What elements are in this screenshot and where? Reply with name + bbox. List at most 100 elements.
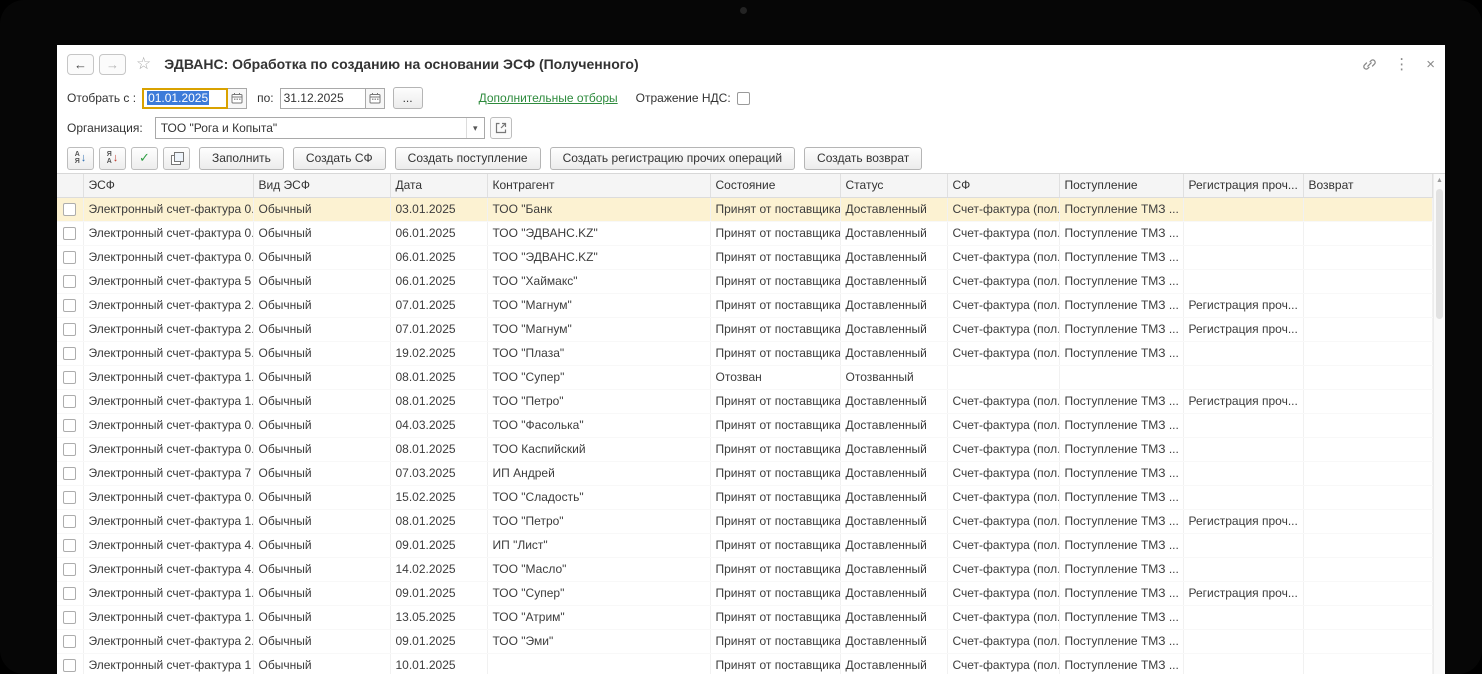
create-sf-button[interactable]: Создать СФ [292,146,386,170]
table-cell[interactable]: Обычный [253,533,391,558]
table-cell[interactable]: Доставленный [840,605,948,630]
row-checkbox-cell[interactable] [57,365,84,390]
table-cell[interactable] [1303,509,1433,534]
table-cell[interactable]: Принят от поставщика [710,245,841,270]
table-cell[interactable]: 04.03.2025 [390,413,488,438]
table-cell[interactable]: ИП Андрей [487,461,711,486]
row-checkbox[interactable] [63,203,77,217]
table-cell[interactable]: ТОО "Супер" [487,581,711,606]
table-row[interactable]: Электронный счет-фактура 0... Обычный 06.0… [57,221,1433,246]
table-cell[interactable]: ТОО "Эми" [487,629,711,654]
table-cell[interactable]: Поступление ТМЗ ... [1059,509,1184,534]
row-checkbox-cell[interactable] [57,461,84,486]
table-cell[interactable]: Принят от поставщика [710,653,841,674]
table-cell[interactable]: Обычный [253,581,391,606]
back-button[interactable]: ← [67,53,94,75]
table-cell[interactable]: Принят от поставщика [710,269,841,294]
row-checkbox-cell[interactable] [57,629,84,654]
table-cell[interactable]: Обычный [253,413,391,438]
table-cell[interactable]: Отозван [710,365,841,390]
table-cell[interactable]: Принят от поставщика [710,581,841,606]
row-checkbox-cell[interactable] [57,509,84,534]
scrollbar-thumb[interactable] [1436,189,1443,319]
table-cell[interactable]: Электронный счет-фактура 5 ... [83,269,254,294]
table-cell[interactable] [1303,605,1433,630]
row-checkbox-cell[interactable] [57,485,84,510]
row-checkbox-cell[interactable] [57,437,84,462]
row-checkbox-cell[interactable] [57,653,84,674]
table-cell[interactable]: Принят от поставщика [710,437,841,462]
table-cell[interactable]: Электронный счет-фактура 2... [83,317,254,342]
table-cell[interactable]: Принят от поставщика [710,605,841,630]
table-cell[interactable]: 06.01.2025 [390,221,488,246]
row-checkbox-cell[interactable] [57,197,84,222]
table-cell[interactable]: Поступление ТМЗ ... [1059,413,1184,438]
table-cell[interactable]: Доставленный [840,269,948,294]
table-cell[interactable] [1303,365,1433,390]
table-cell[interactable] [1303,389,1433,414]
table-cell[interactable]: Доставленный [840,413,948,438]
table-cell[interactable] [947,365,1060,390]
table-cell[interactable]: Принят от поставщика [710,557,841,582]
favorite-star-icon[interactable]: ☆ [136,54,151,74]
table-cell[interactable]: Обычный [253,365,391,390]
table-cell[interactable] [1183,221,1304,246]
table-cell[interactable] [1303,269,1433,294]
table-row[interactable]: Электронный счет-фактура 0... Обычный 06.0… [57,245,1433,270]
table-cell[interactable]: Поступление ТМЗ ... [1059,653,1184,674]
table-cell[interactable] [1303,413,1433,438]
table-cell[interactable]: Поступление ТМЗ ... [1059,269,1184,294]
check-all-button[interactable]: ✓ [131,146,158,170]
table-cell[interactable]: Обычный [253,653,391,674]
table-cell[interactable]: 09.01.2025 [390,581,488,606]
row-checkbox[interactable] [63,419,77,433]
table-cell[interactable]: Обычный [253,221,391,246]
table-cell[interactable] [1303,197,1433,222]
table-row[interactable]: Электронный счет-фактура 0... Обычный 03.0… [57,197,1433,222]
table-cell[interactable]: Поступление ТМЗ ... [1059,197,1184,222]
table-cell[interactable]: Счет-фактура (пол... [947,197,1060,222]
create-other-operations-button[interactable]: Создать регистрацию прочих операций [549,146,796,170]
row-checkbox-cell[interactable] [57,533,84,558]
table-cell[interactable] [1303,245,1433,270]
table-cell[interactable]: 13.05.2025 [390,605,488,630]
table-cell[interactable]: ТОО "Магнум" [487,293,711,318]
table-cell[interactable]: Обычный [253,557,391,582]
table-cell[interactable]: 03.01.2025 [390,197,488,222]
date-to-input[interactable]: 31.12.2025 [279,87,366,109]
column-header[interactable]: Контрагент [487,174,711,198]
additional-filters-link[interactable]: Дополнительные отборы [479,91,618,105]
open-organization-button[interactable] [489,117,512,139]
row-checkbox[interactable] [63,347,77,361]
table-cell[interactable]: Принят от поставщика [710,485,841,510]
table-cell[interactable]: Регистрация проч... [1183,317,1304,342]
table-row[interactable]: Электронный счет-фактура 1... Обычный 13.0… [57,605,1433,630]
forward-button[interactable]: → [99,53,126,75]
table-row[interactable]: Электронный счет-фактура 0... Обычный 04.0… [57,413,1433,438]
table-cell[interactable]: Электронный счет-фактура 1... [83,365,254,390]
column-header[interactable]: СФ [947,174,1060,198]
table-cell[interactable]: Электронный счет-фактура 5... [83,341,254,366]
more-menu-icon[interactable]: ⋮ [1394,55,1409,73]
table-cell[interactable]: Регистрация проч... [1183,389,1304,414]
table-row[interactable]: Электронный счет-фактура 2... Обычный 09.0… [57,629,1433,654]
scroll-up-icon[interactable]: ▲ [1434,177,1445,184]
table-cell[interactable]: ТОО "Хаймакс" [487,269,711,294]
table-cell[interactable]: Принят от поставщика [710,389,841,414]
column-header[interactable]: Регистрация проч... [1183,174,1304,198]
table-cell[interactable] [1183,629,1304,654]
column-header[interactable]: Статус [840,174,948,198]
column-header[interactable]: ЭСФ [83,174,254,198]
table-cell[interactable] [1303,461,1433,486]
column-header[interactable]: Состояние [710,174,841,198]
row-checkbox-cell[interactable] [57,581,84,606]
table-cell[interactable]: ТОО "Петро" [487,509,711,534]
table-cell[interactable]: Счет-фактура (пол... [947,557,1060,582]
table-cell[interactable]: Электронный счет-фактура 2... [83,629,254,654]
table-cell[interactable]: 15.02.2025 [390,485,488,510]
row-checkbox[interactable] [63,323,77,337]
date-from-calendar-button[interactable] [228,87,248,109]
table-cell[interactable]: Электронный счет-фактура 2... [83,293,254,318]
table-cell[interactable]: Обычный [253,341,391,366]
table-cell[interactable]: Счет-фактура (пол... [947,533,1060,558]
